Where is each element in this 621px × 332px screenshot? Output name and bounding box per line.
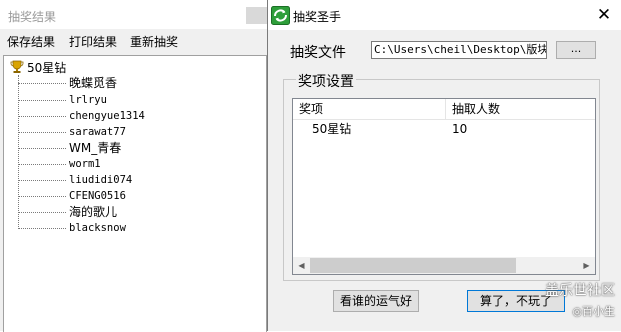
- results-tree[interactable]: 50星钻 晚蝶觅香 lrlryu chengyue1314 sarawat77 …: [3, 55, 267, 332]
- prize-list-header: 奖项 抽取人数: [293, 99, 595, 120]
- watermark-line1: 盖乐世社区: [545, 283, 615, 299]
- tree-item-label: 海的歌儿: [69, 205, 118, 219]
- watermark-line2: ◎百小生: [572, 305, 615, 318]
- dialog-titlebar: 抽奖圣手 ✕: [268, 0, 621, 30]
- prize-settings-label: 奖项设置: [296, 71, 356, 91]
- scroll-right-icon[interactable]: ▶: [578, 257, 595, 274]
- tree-item-label: CFENG0516: [69, 190, 126, 202]
- tree-item-label: WM_青春: [69, 141, 122, 155]
- tree-item-label: liudidi074: [69, 174, 133, 186]
- file-label: 抽奖文件: [290, 45, 346, 61]
- tree-root-label: 50星钻: [27, 60, 67, 75]
- prize-list[interactable]: 奖项 抽取人数 50星钻 10 ◀ ▶: [292, 98, 596, 275]
- tree-item-label: worm1: [69, 158, 101, 170]
- prize-cell: 50星钻: [312, 122, 352, 136]
- tree-item-label: sarawat77: [69, 126, 126, 138]
- results-maximize-button[interactable]: [246, 7, 268, 24]
- results-titlebar: 抽奖结果: [0, 0, 268, 29]
- results-title: 抽奖结果: [8, 10, 57, 24]
- column-draw-count[interactable]: 抽取人数: [446, 99, 595, 119]
- close-icon[interactable]: ✕: [594, 5, 614, 25]
- menu-print-results[interactable]: 打印结果: [69, 33, 117, 50]
- tree-item-label: blacksnow: [69, 222, 126, 234]
- lucky-draw-button[interactable]: 看谁的运气好: [333, 290, 419, 312]
- scroll-thumb[interactable]: [310, 258, 516, 273]
- app-icon: [271, 6, 290, 25]
- tree-item-label: chengyue1314: [69, 110, 145, 122]
- results-menubar: 保存结果 打印结果 重新抽奖: [0, 29, 268, 51]
- column-prize[interactable]: 奖项: [293, 99, 446, 119]
- browse-button[interactable]: ...: [556, 41, 596, 59]
- tree-item-label: 晚蝶觅香: [69, 76, 118, 90]
- horizontal-scrollbar[interactable]: ◀ ▶: [293, 257, 595, 274]
- menu-save-results[interactable]: 保存结果: [7, 33, 55, 50]
- tree-root[interactable]: 50星钻: [10, 59, 66, 75]
- tree-connector: [18, 75, 19, 227]
- watermark: 盖乐世社区 ◎百小生: [545, 280, 615, 319]
- table-row[interactable]: 50星钻 10: [293, 120, 595, 138]
- scroll-left-icon[interactable]: ◀: [293, 257, 310, 274]
- trophy-icon: [10, 60, 24, 73]
- results-window: 抽奖结果 保存结果 打印结果 重新抽奖 50星钻 晚蝶觅香 lrlryu che…: [0, 0, 268, 332]
- menu-redraw[interactable]: 重新抽奖: [130, 33, 178, 50]
- tree-item-label: lrlryu: [69, 94, 107, 106]
- file-path-field[interactable]: C:\Users\cheil\Desktop\版块活: [371, 41, 547, 59]
- count-cell: 10: [452, 122, 468, 136]
- dialog-title: 抽奖圣手: [293, 10, 342, 24]
